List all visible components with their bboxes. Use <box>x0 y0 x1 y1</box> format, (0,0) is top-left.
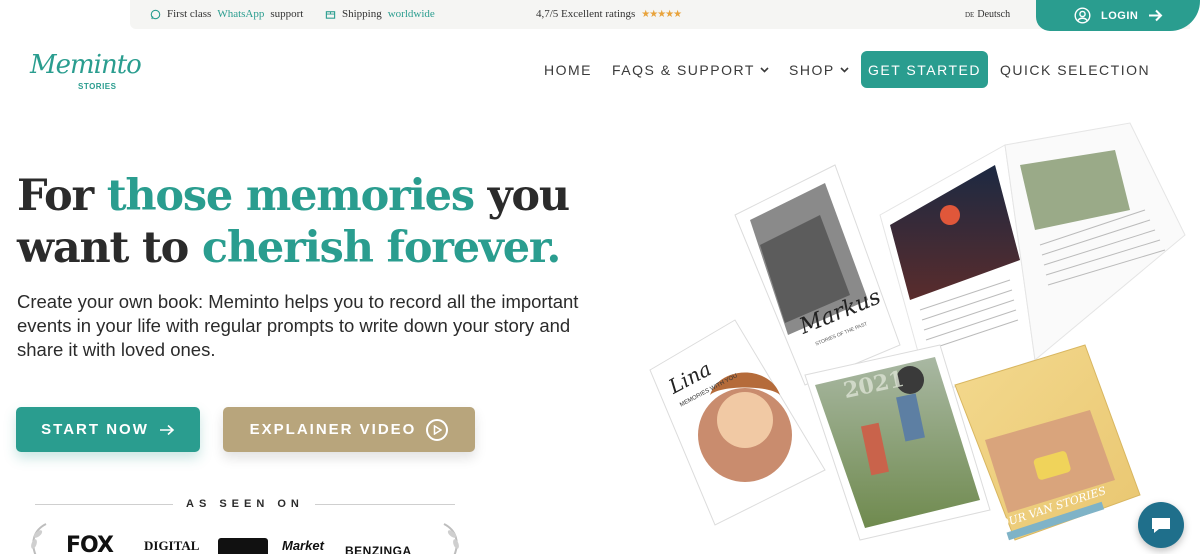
main-nav: HOME FAQS & SUPPORT SHOP GET STARTED QUI… <box>0 51 1200 88</box>
top-info-bar: First class WhatsApp support Shipping wo… <box>130 0 1190 29</box>
nav-faqs-support[interactable]: FAQS & SUPPORT <box>612 62 769 78</box>
hero-heading-line-2: want to cherish forever. <box>17 222 569 274</box>
shipping-highlight: worldwide <box>387 8 435 20</box>
laurel-right-icon <box>443 523 459 554</box>
nav-home[interactable]: HOME <box>544 62 592 78</box>
language-switcher[interactable]: DE Deutsch <box>965 9 1010 20</box>
chevron-down-icon <box>840 67 849 73</box>
box-icon <box>325 10 336 19</box>
nav-quick-label: QUICK SELECTION <box>1000 62 1151 78</box>
language-label: Deutsch <box>977 9 1011 20</box>
markus-book: Markus STORIES OF THE PAST <box>734 164 901 386</box>
get-started-button[interactable]: GET STARTED <box>861 51 988 88</box>
books-illustration: Markus STORIES OF THE PAST Lina MEMORIES… <box>649 122 1186 541</box>
language-code: DE <box>965 11 975 19</box>
heading-part: you <box>473 171 571 221</box>
support-highlight: WhatsApp <box>217 8 265 20</box>
nav-shop[interactable]: SHOP <box>789 62 849 78</box>
hero-heading: For those memories you want to cherish f… <box>17 170 571 274</box>
press-logos: FOX DIGITAL Market BENZINGA <box>0 523 480 554</box>
shipping-prefix: Shipping <box>342 8 382 20</box>
rating-stars: ★★★★★ <box>641 8 682 20</box>
shipping-info: Shipping worldwide <box>325 8 435 20</box>
login-button[interactable]: LOGIN <box>1036 0 1200 31</box>
press-logo-benzinga: BENZINGA <box>345 544 412 554</box>
hero-heading-line-1: For those memories you <box>17 170 571 222</box>
press-logo-badge <box>218 538 268 554</box>
rating-text: 4,7/5 Excellent ratings <box>536 8 636 20</box>
nav-home-label: HOME <box>544 62 592 78</box>
press-logo-digital: DIGITAL <box>144 538 200 553</box>
whatsapp-icon <box>150 9 161 19</box>
heading-part: For <box>17 171 107 221</box>
user-icon <box>1074 7 1091 24</box>
laurel-left-icon <box>31 523 47 554</box>
as-seen-on-label: AS SEEN ON <box>186 498 304 510</box>
divider-right <box>315 504 455 505</box>
nav-shop-label: SHOP <box>789 62 835 78</box>
press-logo-market: Market <box>282 538 324 553</box>
nav-quick-selection[interactable]: QUICK SELECTION <box>1000 62 1150 78</box>
chevron-down-icon <box>760 67 769 73</box>
arrow-right-icon <box>1149 9 1163 22</box>
arrow-right-icon <box>159 424 175 435</box>
whatsapp-support-info[interactable]: First class WhatsApp support <box>150 8 303 20</box>
rating-info: 4,7/5 Excellent ratings ★★★★★ <box>536 8 682 20</box>
press-logo-fox: FOX <box>66 533 114 554</box>
start-now-button[interactable]: START NOW <box>16 407 200 452</box>
heading-part: want to <box>17 223 202 273</box>
explainer-video-button[interactable]: EXPLAINER VIDEO <box>223 407 475 452</box>
login-label: LOGIN <box>1101 9 1139 22</box>
start-now-label: START NOW <box>41 421 149 438</box>
support-suffix: support <box>270 8 304 20</box>
chat-widget-button[interactable] <box>1138 502 1184 548</box>
play-icon <box>426 418 449 441</box>
explainer-video-label: EXPLAINER VIDEO <box>249 421 417 438</box>
chat-icon <box>1152 518 1170 533</box>
divider-left <box>35 504 173 505</box>
nav-faqs-label: FAQS & SUPPORT <box>612 62 755 78</box>
heading-accent: cherish forever. <box>201 223 561 273</box>
support-prefix: First class <box>167 8 212 20</box>
hero-subtitle: Create your own book: Meminto helps you … <box>17 291 579 360</box>
heading-accent: those memories <box>106 171 475 221</box>
